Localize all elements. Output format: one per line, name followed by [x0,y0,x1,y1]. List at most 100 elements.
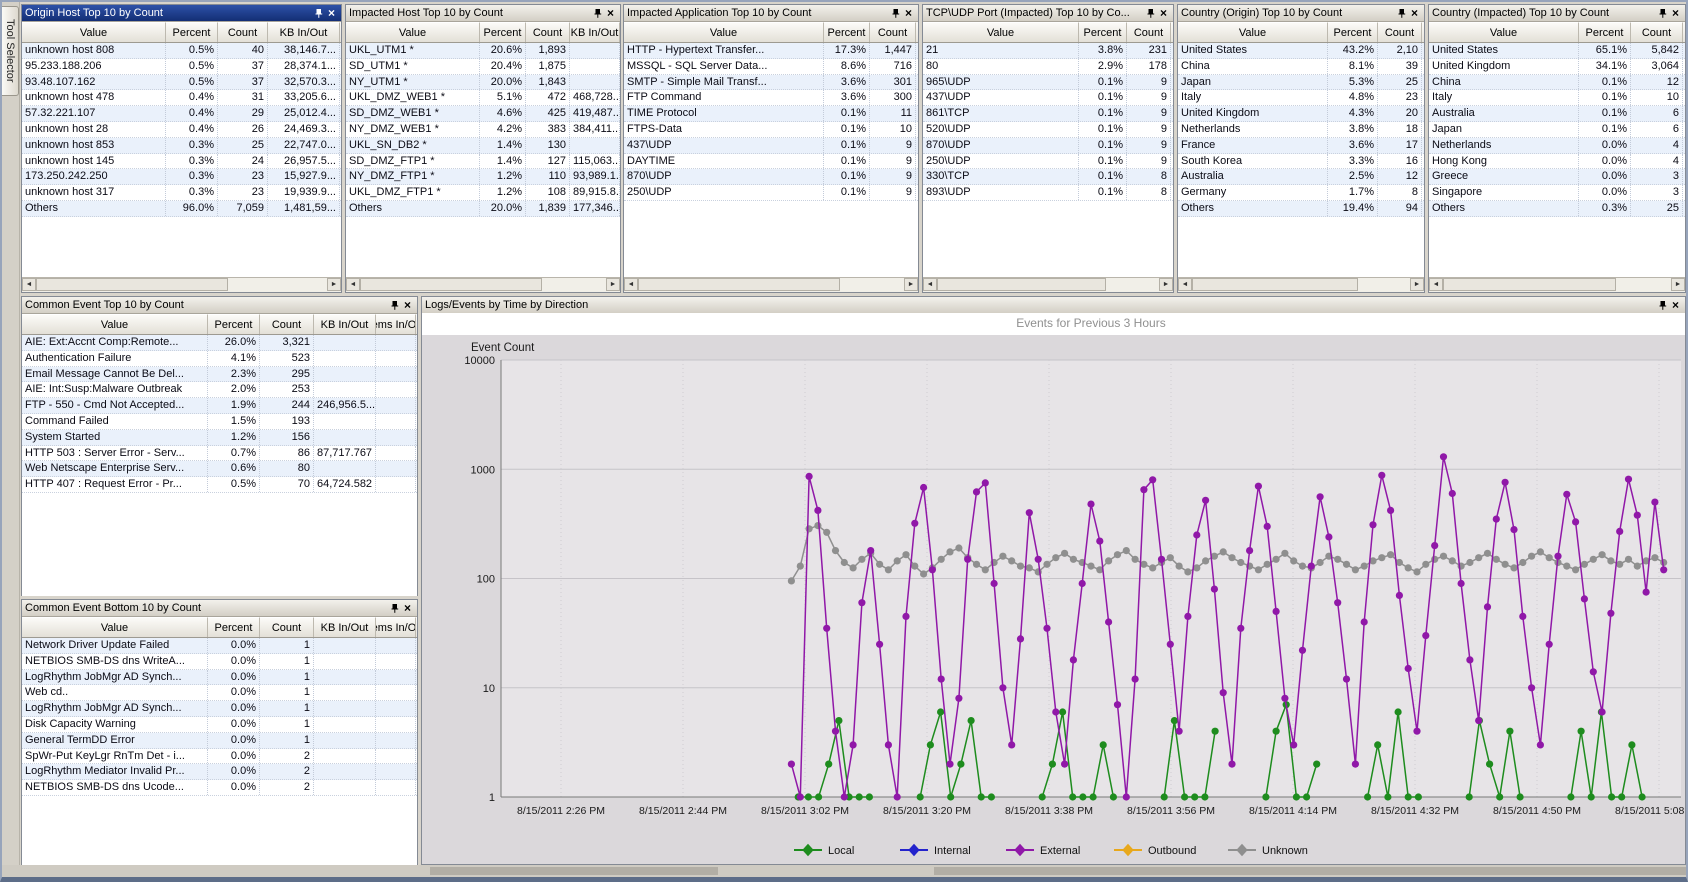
table-row[interactable]: 520\UDP0.1%9 [923,122,1173,138]
scroll-right-button[interactable]: ► [1159,278,1173,291]
table-row[interactable]: Italy0.1%10 [1429,90,1685,106]
table-row[interactable]: Web cd..0.0%1 [22,685,417,701]
column-header-items-in-out[interactable]: Items In/Out [376,314,416,334]
table-row[interactable]: NETBIOS SMB-DS dns Ucode...0.0%2 [22,780,417,796]
scroll-thumb[interactable] [36,278,228,291]
table-row[interactable]: Email Message Cannot Be Del...2.3%295 [22,367,417,383]
column-header-percent[interactable]: Percent [208,617,260,637]
table-row[interactable]: unknown host 8080.5%4038,146.7... [22,43,341,59]
column-header-percent[interactable]: Percent [1579,22,1631,42]
table-row[interactable]: Disk Capacity Warning0.0%1 [22,717,417,733]
table-row[interactable]: UKL_UTM1 *20.6%1,893 [346,43,620,59]
bottom-scroll-thumb[interactable] [430,867,718,875]
table-row[interactable]: FTPS-Data0.1%10 [624,122,918,138]
table-row[interactable]: 861\TCP0.1%9 [923,106,1173,122]
table-row[interactable]: HTTP 407 : Request Error - Pr...0.5%7064… [22,477,417,493]
table-row[interactable]: 870\UDP0.1%9 [923,138,1173,154]
pin-icon[interactable] [388,299,401,311]
column-header-percent[interactable]: Percent [824,22,870,42]
scroll-right-button[interactable]: ► [1671,278,1685,291]
column-header-value[interactable]: Value [923,22,1079,42]
tool-selector-tab[interactable]: Tool Selector [1,6,19,96]
pin-icon[interactable] [1395,7,1408,19]
table-row[interactable]: 213.8%231 [923,43,1173,59]
table-row[interactable]: UKL_SN_DB2 *1.4%130 [346,138,620,154]
table-row[interactable]: United Kingdom4.3%20 [1178,106,1424,122]
table-row[interactable]: HTTP 503 : Server Error - Serv...0.7%868… [22,446,417,462]
close-icon[interactable]: × [1669,7,1682,19]
table-row[interactable]: SpWr-Put KeyLgr RnTm Det - i...0.0%2 [22,749,417,765]
panel-title-bar[interactable]: Logs/Events by Time by Direction× [422,297,1685,314]
table-row[interactable]: Command Failed1.5%193 [22,414,417,430]
table-row[interactable]: 893\UDP0.1%8 [923,185,1173,201]
table-row[interactable]: Web Netscape Enterprise Serv...0.6%80 [22,461,417,477]
table-row[interactable]: Authentication Failure4.1%523 [22,351,417,367]
panel-title-bar[interactable]: Country (Origin) Top 10 by Count× [1178,5,1424,22]
close-icon[interactable]: × [604,7,617,19]
pin-icon[interactable] [591,7,604,19]
table-row[interactable]: 250\UDP0.1%9 [624,185,918,201]
scroll-left-button[interactable]: ◄ [346,278,360,291]
panel-title-bar[interactable]: Country (Impacted) Top 10 by Count× [1429,5,1685,22]
close-icon[interactable]: × [401,299,414,311]
close-icon[interactable]: × [1408,7,1421,19]
table-row[interactable]: UKL_DMZ_WEB1 *5.1%472468,728... [346,90,620,106]
table-row[interactable]: TIME Protocol0.1%11 [624,106,918,122]
table-row[interactable]: unknown host 4780.4%3133,205.6... [22,90,341,106]
column-header-count[interactable]: Count [1127,22,1171,42]
table-row[interactable]: unknown host 3170.3%2319,939.9... [22,185,341,201]
table-row[interactable]: Others19.4%94 [1178,201,1424,217]
table-row[interactable]: AIE: Ext:Accnt Comp:Remote...26.0%3,321 [22,335,417,351]
scroll-left-button[interactable]: ◄ [923,278,937,291]
close-icon[interactable]: × [1157,7,1170,19]
pin-icon[interactable] [1656,299,1669,311]
column-header-count[interactable]: Count [218,22,268,42]
table-row[interactable]: 330\TCP0.1%8 [923,169,1173,185]
column-header-value[interactable]: Value [22,314,208,334]
table-row[interactable]: SD_UTM1 *20.4%1,875 [346,59,620,75]
table-row[interactable]: United States65.1%5,842 [1429,43,1685,59]
table-row[interactable]: FTP - 550 - Cmd Not Accepted...1.9%24424… [22,398,417,414]
table-row[interactable]: 250\UDP0.1%9 [923,154,1173,170]
column-header-count[interactable]: Count [526,22,570,42]
table-row[interactable]: SD_DMZ_WEB1 *4.6%425419,487... [346,106,620,122]
panel-title-bar[interactable]: Impacted Application Top 10 by Count× [624,5,918,22]
close-icon[interactable]: × [1669,299,1682,311]
table-row[interactable]: 437\UDP0.1%9 [624,138,918,154]
table-row[interactable]: SD_DMZ_FTP1 *1.4%127115,063... [346,154,620,170]
column-header-kb-in-out[interactable]: KB In/Out [570,22,620,42]
table-row[interactable]: Singapore0.0%3 [1429,185,1685,201]
table-row[interactable]: Network Driver Update Failed0.0%1 [22,638,417,654]
column-header-count[interactable]: Count [870,22,916,42]
table-row[interactable]: 57.32.221.1070.4%2925,012.4... [22,106,341,122]
h-scrollbar[interactable]: ◄► [22,277,341,292]
table-row[interactable]: Japan5.3%25 [1178,75,1424,91]
column-header-percent[interactable]: Percent [166,22,218,42]
panel-title-bar[interactable]: TCP\UDP Port (Impacted) Top 10 by Co...× [923,5,1173,22]
table-row[interactable]: China0.1%12 [1429,75,1685,91]
pin-icon[interactable] [889,7,902,19]
column-header-percent[interactable]: Percent [1328,22,1378,42]
close-icon[interactable]: × [325,7,338,19]
table-row[interactable]: NETBIOS SMB-DS dns WriteA...0.0%1 [22,654,417,670]
scroll-right-button[interactable]: ► [327,278,341,291]
table-row[interactable]: MSSQL - SQL Server Data...8.6%716 [624,59,918,75]
pin-icon[interactable] [1656,7,1669,19]
pin-icon[interactable] [388,602,401,614]
table-row[interactable]: unknown host 280.4%2624,469.3... [22,122,341,138]
pin-icon[interactable] [1144,7,1157,19]
column-header-value[interactable]: Value [346,22,480,42]
h-scrollbar[interactable]: ◄► [624,277,918,292]
table-row[interactable]: HTTP - Hypertext Transfer...17.3%1,447 [624,43,918,59]
bottom-scroll-strip[interactable] [0,865,1688,877]
table-row[interactable]: NY_DMZ_WEB1 *4.2%383384,411... [346,122,620,138]
bottom-scroll-thumb[interactable] [934,867,1686,875]
table-row[interactable]: AIE: Int:Susp:Malware Outbreak2.0%253 [22,382,417,398]
table-row[interactable]: Japan0.1%6 [1429,122,1685,138]
table-row[interactable]: unknown host 1450.3%2426,957.5... [22,154,341,170]
column-header-count[interactable]: Count [1378,22,1422,42]
table-row[interactable]: Germany1.7%8 [1178,185,1424,201]
table-row[interactable]: Others20.0%1,839177,346... [346,201,620,217]
table-row[interactable]: United Kingdom34.1%3,064 [1429,59,1685,75]
column-header-percent[interactable]: Percent [1079,22,1127,42]
